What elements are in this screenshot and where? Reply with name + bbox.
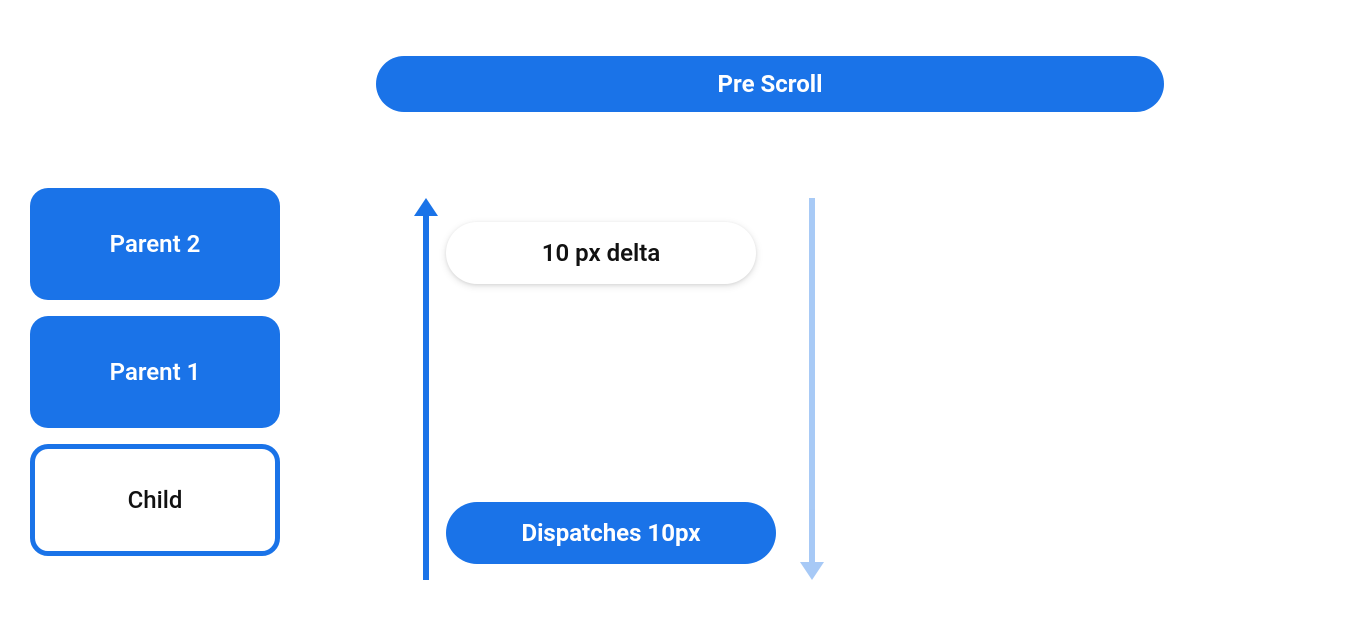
parent-2-box: Parent 2 bbox=[30, 188, 280, 300]
arrow-up-icon bbox=[420, 198, 432, 580]
child-box: Child bbox=[30, 444, 280, 556]
title-pill: Pre Scroll bbox=[376, 56, 1164, 112]
arrow-down-icon bbox=[806, 198, 818, 580]
delta-pill: 10 px delta bbox=[446, 222, 756, 284]
delta-label: 10 px delta bbox=[542, 239, 660, 267]
dispatch-label: Dispatches 10px bbox=[521, 519, 700, 547]
parent-2-label: Parent 2 bbox=[110, 230, 201, 258]
child-label: Child bbox=[128, 486, 183, 514]
hierarchy-column: Parent 2 Parent 1 Child bbox=[30, 188, 280, 572]
parent-1-label: Parent 1 bbox=[110, 358, 201, 386]
title-text: Pre Scroll bbox=[718, 70, 823, 98]
parent-1-box: Parent 1 bbox=[30, 316, 280, 428]
dispatch-pill: Dispatches 10px bbox=[446, 502, 776, 564]
